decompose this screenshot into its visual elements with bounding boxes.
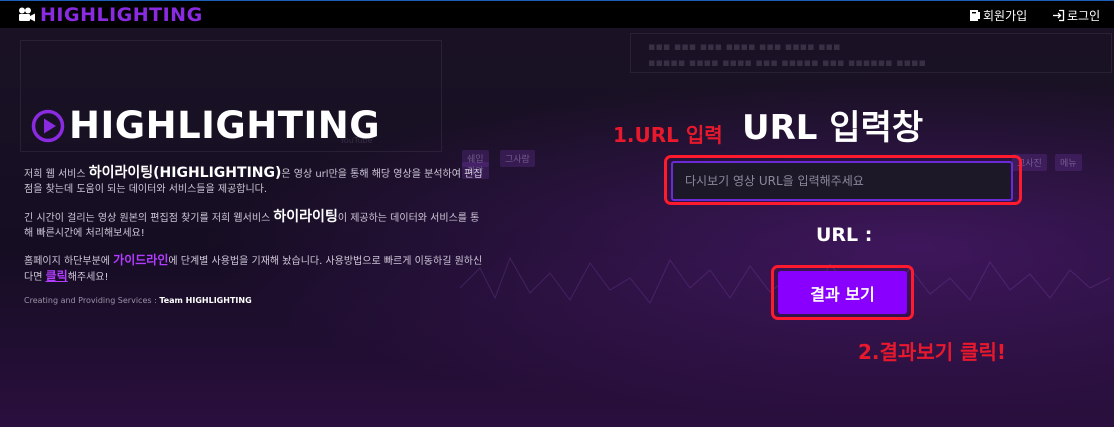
credit-team: Team HIGHLIGHTING (159, 296, 252, 305)
signup-icon (970, 10, 980, 21)
signup-label: 회원가입 (983, 9, 1028, 23)
intro-highlight: 하이라이팅(HIGHLIGHTING) (88, 165, 282, 181)
guide-paragraph: 홈페이지 하단부분에 가이드라인에 단계별 사용법을 기재해 놨습니다. 사용방… (24, 253, 484, 285)
intro-paragraph: 저희 웹 서비스 하이라이팅(HIGHLIGHTING)은 영상 url만을 통… (24, 166, 484, 197)
guideline-highlight: 가이드라인 (113, 253, 169, 267)
guide-text: 해주세요! (67, 272, 109, 283)
movie-camera-icon (19, 7, 35, 22)
step2-annotation: 2.결과보기 클릭! (858, 340, 1006, 364)
speed-highlight: 하이라이팅 (273, 209, 338, 225)
login-link[interactable]: 로그인 (1052, 7, 1100, 24)
navbar: HIGHLIGHTING 회원가입 로그인 (0, 0, 1114, 28)
speed-text: 긴 시간이 걸리는 영상 원본의 편집점 찾기를 저희 웹서비스 (24, 213, 274, 224)
guide-click-link[interactable]: 클릭 (46, 269, 68, 283)
hero-title: HIGHLIGHTING (31, 104, 380, 147)
background-text: ▪▪▪ ▪▪▪ ▪▪▪ ▪▪▪▪ ▪▪▪ ▪▪▪▪ ▪▪▪ (648, 40, 841, 53)
credit-prefix: Creating and Providing Services : (24, 296, 160, 305)
background-text: ▪▪▪▪▪ ▪▪▪▪ ▪▪▪▪ ▪▪▪ ▪▪▪▪▪ ▪▪▪ ▪▪▪▪▪▪ ▪▪▪… (648, 56, 926, 69)
background-chip: 그사람 (500, 150, 535, 167)
step1-annotation: 1.URL 입력 (613, 123, 723, 147)
credit: Creating and Providing Services : Team H… (24, 296, 252, 305)
hero-title-text: HIGHLIGHTING (69, 104, 381, 147)
brand-name: HIGHLIGHTING (40, 4, 203, 26)
login-icon (1053, 9, 1065, 22)
intro-text: 저희 웹 서비스 (24, 169, 89, 180)
result-button[interactable]: 결과 보기 (778, 271, 907, 314)
brand-logo[interactable]: HIGHLIGHTING (18, 4, 203, 26)
signup-link[interactable]: 회원가입 (969, 7, 1027, 24)
login-label: 로그인 (1067, 9, 1101, 23)
url-label: URL : (816, 224, 873, 246)
play-circle-icon (31, 109, 65, 142)
background-chip: 메뉴 (1055, 154, 1082, 171)
url-heading: URL 입력창 (742, 108, 924, 148)
url-input[interactable] (671, 161, 1013, 201)
speed-paragraph: 긴 시간이 걸리는 영상 원본의 편집점 찾기를 저희 웹서비스 하이라이팅이 … (24, 210, 484, 241)
guide-text: 홈페이지 하단부분에 (24, 256, 114, 267)
